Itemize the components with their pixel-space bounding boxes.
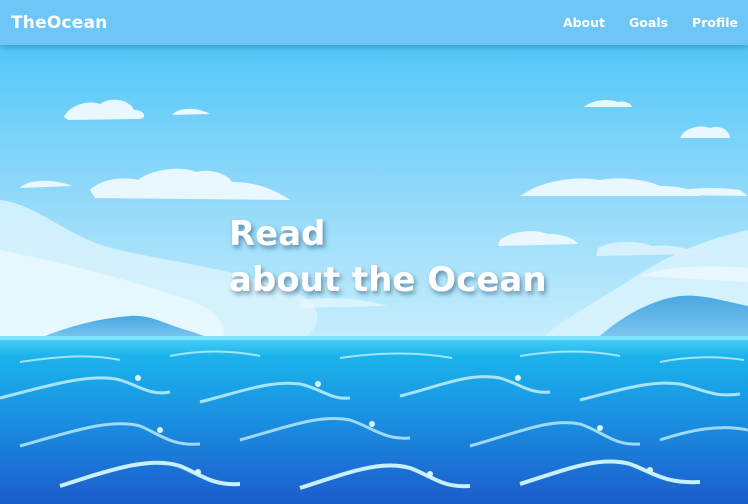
brand-logo[interactable]: TheOcean [11, 13, 107, 33]
hero-headline: Read about the Ocean [229, 211, 547, 303]
nav-link-about[interactable]: About [563, 15, 605, 30]
nav-link-profile[interactable]: Profile [692, 15, 738, 30]
top-navbar: TheOcean About Goals Profile [0, 0, 748, 45]
hero-headline-line1: Read [229, 214, 326, 254]
page: TheOcean About Goals Profile Read about … [0, 0, 748, 504]
nav-links: About Goals Profile [539, 15, 738, 30]
hero-headline-line2: about the Ocean [229, 260, 547, 300]
nav-link-goals[interactable]: Goals [629, 15, 668, 30]
